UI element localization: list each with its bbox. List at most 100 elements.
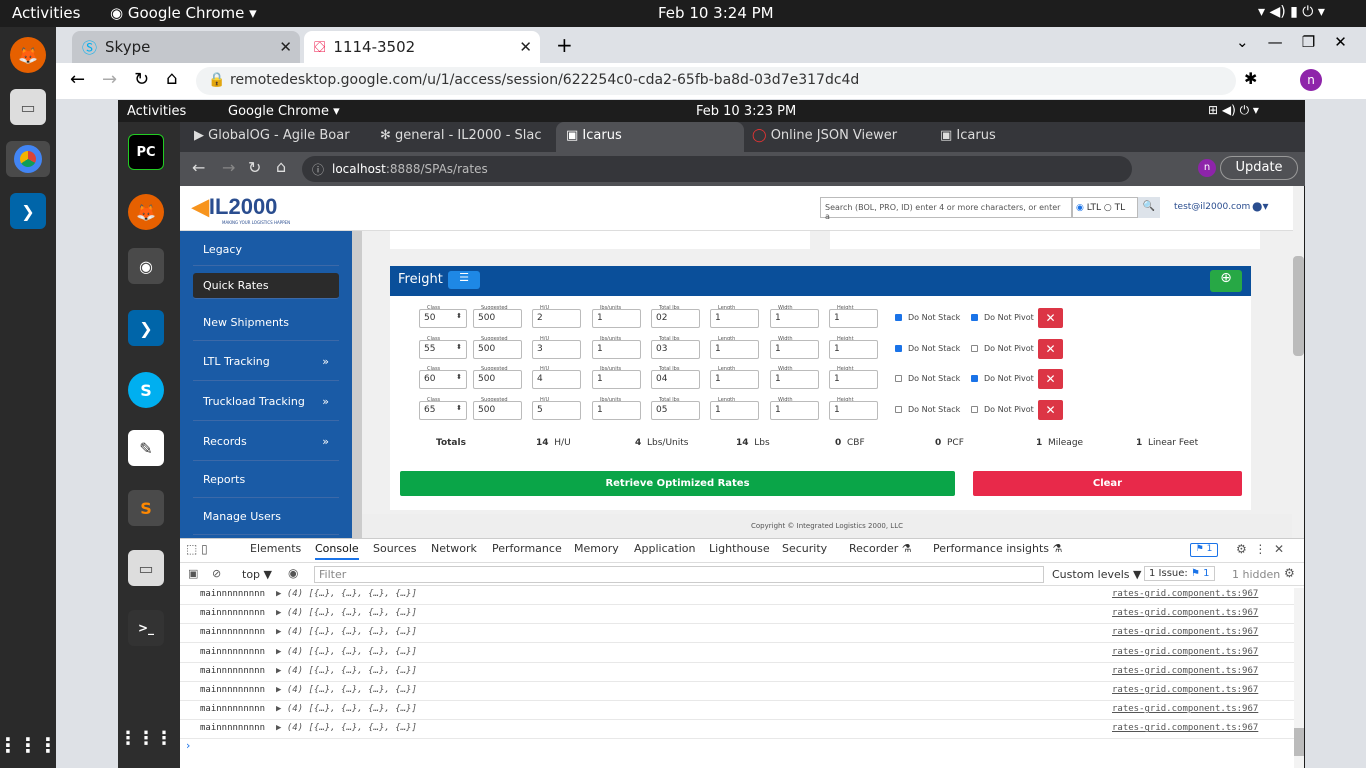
chrome-icon[interactable] [6,141,50,177]
user-icon[interactable]: ●▾ [1252,199,1269,213]
freight-suggested-field[interactable]: 500 [473,370,522,389]
search-icon[interactable]: 🔍 [1138,197,1160,218]
firefox-icon[interactable]: 🦊 [128,194,164,230]
files-icon[interactable]: ▭ [10,89,46,125]
devtools-tab[interactable]: Network [431,542,477,555]
home-icon[interactable]: ⌂ [166,68,177,89]
sidebar-item-ltl-tracking[interactable]: LTL Tracking» [193,343,339,381]
issue-count[interactable]: 1 Issue: ⚑ 1 [1144,566,1215,581]
freight-lbs-field[interactable]: 1 [592,309,641,328]
do-not-pivot-checkbox[interactable] [971,406,978,413]
freight-suggested-field[interactable]: 500 [473,309,522,328]
forward-icon[interactable]: → [222,158,235,177]
inner-clock[interactable]: Feb 10 3:23 PM [696,104,796,119]
devtools-tab[interactable]: Security [782,542,827,555]
freight-hu-field[interactable]: 5 [532,401,581,420]
tab-json-viewer[interactable]: ◯ Online JSON Viewer [752,128,922,143]
system-tray-icons[interactable]: ▾ ◀) ▮ ⏻ ▾ [1258,4,1325,20]
sidebar-item-reports[interactable]: Reports [193,462,339,498]
do-not-pivot-checkbox[interactable] [971,345,978,352]
freight-height-field[interactable]: 1 [829,401,878,420]
log-object[interactable]: ▶ (4) [{…}, {…}, {…}, {…}] [276,704,417,714]
log-source-link[interactable]: rates-grid.component.ts:967 [1112,647,1258,657]
freight-total-field[interactable]: 03 [651,340,700,359]
app-grid-icon[interactable]: ⋮⋮⋮ [119,720,173,756]
devtools-tab[interactable]: Application [634,542,695,555]
remove-row-button[interactable]: ✕ [1038,339,1063,359]
chrome-app-menu[interactable]: ◉ Google Chrome ▾ [110,4,257,22]
console-prompt[interactable]: › [186,739,190,752]
console-settings-icon[interactable]: ⚙ [1284,566,1295,580]
devtools-tab[interactable]: Elements [250,542,301,555]
retrieve-rates-button[interactable]: Retrieve Optimized Rates [400,471,955,496]
home-icon[interactable]: ⌂ [276,157,286,176]
freight-hu-field[interactable]: 3 [532,340,581,359]
close-icon[interactable]: ✕ [279,38,292,56]
log-source-link[interactable]: rates-grid.component.ts:967 [1112,685,1258,695]
freight-total-field[interactable]: 02 [651,309,700,328]
forward-icon[interactable]: → [102,69,117,90]
log-object[interactable]: ▶ (4) [{…}, {…}, {…}, {…}] [276,608,417,618]
page-scrollbar[interactable] [1293,186,1304,538]
context-selector[interactable]: top ▼ [242,568,272,581]
do-not-stack-checkbox[interactable] [895,406,902,413]
app-grid-icon[interactable]: ⋮⋮⋮ [0,727,58,763]
freight-class-field[interactable]: 55 ⬍ [419,340,467,359]
inner-tray-icons[interactable]: ⊞ ◀) ⏻ ▾ [1208,103,1259,118]
freight-class-field[interactable]: 65 ⬍ [419,401,467,420]
clear-button[interactable]: Clear [973,471,1242,496]
add-freight-button[interactable]: ⊕ [1210,270,1242,292]
remove-row-button[interactable]: ✕ [1038,308,1063,328]
console-scrollbar[interactable] [1294,588,1304,768]
freight-class-field[interactable]: 50 ⬍ [419,309,467,328]
log-object[interactable]: ▶ (4) [{…}, {…}, {…}, {…}] [276,647,417,657]
freight-width-field[interactable]: 1 [770,340,819,359]
user-email[interactable]: test@il2000.com [1174,202,1250,212]
log-source-link[interactable]: rates-grid.component.ts:967 [1112,666,1258,676]
freight-width-field[interactable]: 1 [770,309,819,328]
freight-length-field[interactable]: 1 [710,340,759,359]
tab-remote-session[interactable]: ⛋ 1114-3502 ✕ [304,31,540,63]
freight-hu-field[interactable]: 4 [532,370,581,389]
remove-row-button[interactable]: ✕ [1038,400,1063,420]
clear-console-icon[interactable]: ⊘ [212,567,221,580]
sidebar-item-manage-users[interactable]: Manage Users [193,499,339,535]
devtools-tab[interactable]: Lighthouse [709,542,770,555]
freight-lbs-field[interactable]: 1 [592,401,641,420]
inner-app-menu[interactable]: Google Chrome ▾ [228,104,340,119]
tab-icarus-2[interactable]: ▣ Icarus [940,128,1090,143]
freight-total-field[interactable]: 05 [651,401,700,420]
chrome-icon[interactable]: ◉ [128,248,164,284]
radio-ltl-checked[interactable]: ◉ [1076,203,1084,213]
back-icon[interactable]: ← [70,69,85,90]
log-object[interactable]: ▶ (4) [{…}, {…}, {…}, {…}] [276,666,417,676]
freight-width-field[interactable]: 1 [770,401,819,420]
freight-height-field[interactable]: 1 [829,309,878,328]
devtools-tab[interactable]: Performance insights ⚗ [933,542,1062,555]
log-source-link[interactable]: rates-grid.component.ts:967 [1112,627,1258,637]
sidebar-item-quick-rates[interactable]: Quick Rates [193,273,339,299]
log-object[interactable]: ▶ (4) [{…}, {…}, {…}, {…}] [276,627,417,637]
tab-icarus-active[interactable]: ▣ Icarus [556,122,744,152]
profile-avatar[interactable]: n [1198,159,1216,177]
new-tab-icon[interactable]: + [556,33,573,57]
tab-skype[interactable]: Ⓢ Skype ✕ [72,31,300,63]
il2000-logo[interactable]: ◀IL2000 [192,194,277,220]
devtools-tab[interactable]: Performance [492,542,562,555]
tab-slack[interactable]: ✻ general - IL2000 - Slac [380,128,550,143]
issues-badge[interactable]: ⚑ 1 [1190,543,1218,557]
log-source-link[interactable]: rates-grid.component.ts:967 [1112,704,1258,714]
freight-length-field[interactable]: 1 [710,309,759,328]
devtools-tab[interactable]: Recorder ⚗ [849,542,912,555]
freight-length-field[interactable]: 1 [710,401,759,420]
outer-address-bar[interactable]: 🔒 remotedesktop.google.com/u/1/access/ses… [196,67,1236,95]
devtools-tab[interactable]: Memory [574,542,619,555]
do-not-stack-checkbox[interactable] [895,314,902,321]
log-source-link[interactable]: rates-grid.component.ts:967 [1112,589,1258,599]
window-controls[interactable]: ⌄ — ❐ ✕ [1236,33,1347,51]
custom-levels-dropdown[interactable]: Custom levels ▼ [1052,568,1141,581]
firefox-icon[interactable]: 🦊 [10,37,46,73]
reload-icon[interactable]: ↻ [248,158,261,177]
skype-icon[interactable]: S [128,372,164,408]
vscode-icon[interactable]: ❯ [10,193,46,229]
